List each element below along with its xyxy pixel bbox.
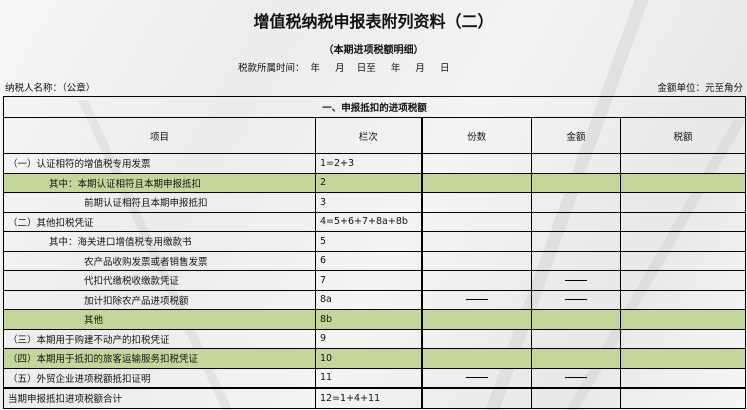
- header-item: 项目: [3, 117, 316, 154]
- row-tax-input[interactable]: [620, 211, 746, 232]
- row-tax-input[interactable]: [620, 328, 746, 349]
- row-count-input[interactable]: [420, 250, 532, 271]
- dash-mark: [565, 377, 587, 379]
- row-count-input[interactable]: [420, 270, 532, 291]
- row-tax-input[interactable]: [620, 153, 746, 174]
- table-row: （五）外贸企业进项税额抵扣证明 11: [3, 367, 746, 389]
- header-amount: 金额: [531, 117, 621, 154]
- form-subtitle: （本期进项税额明细）: [323, 45, 424, 56]
- row-amount-na: [531, 270, 621, 291]
- row-line: 9: [315, 328, 422, 349]
- row-count-input[interactable]: [420, 328, 532, 349]
- row-line: 4=5+6+7+8a+8b: [315, 211, 422, 232]
- table-row: （二）其他扣税凭证 4=5+6+7+8a+8b: [3, 211, 746, 232]
- row-count-input[interactable]: [420, 231, 532, 252]
- row-amount-input[interactable]: [531, 172, 621, 193]
- row-amount-input[interactable]: [531, 328, 621, 349]
- table-row: （三）本期用于购建不动产的扣税凭证 9: [3, 328, 746, 349]
- table-row: （一）认证相符的增值税专用发票 1=2+3: [3, 153, 746, 174]
- row-line: 6: [315, 250, 422, 271]
- header-tax: 税额: [620, 117, 746, 154]
- dash-mark: [465, 377, 488, 379]
- row-amount-input[interactable]: [531, 153, 621, 174]
- row-amount-input[interactable]: [531, 231, 621, 252]
- row-tax-input[interactable]: [620, 367, 746, 389]
- row-tax-input[interactable]: [620, 270, 746, 291]
- header-count: 份数: [420, 117, 532, 154]
- row-tax-input[interactable]: [620, 250, 746, 271]
- row-item: （四）本期用于抵扣的旅客运输服务扣税凭证: [3, 348, 316, 369]
- row-item: 其他: [3, 309, 316, 330]
- row-count-input[interactable]: [420, 153, 532, 174]
- row-tax-input[interactable]: [620, 231, 746, 252]
- row-item: 当期申报抵扣进项税额合计: [3, 387, 316, 409]
- table-row: （四）本期用于抵扣的旅客运输服务扣税凭证 10: [3, 348, 746, 369]
- section-header-row: 一、申报抵扣的进项税额: [3, 96, 746, 118]
- form-title: 增值税纳税申报表附列资料（二）: [253, 12, 494, 31]
- table-row: 农产品收购发票或者销售发票 6: [3, 250, 746, 271]
- row-line: 1=2+3: [315, 153, 422, 174]
- row-line: 10: [315, 348, 422, 369]
- row-item: 农产品收购发票或者销售发票: [3, 250, 316, 271]
- input-tax-table: 一、申报抵扣的进项税额 项目 栏次 份数 金额 税额 （一）认证相符的增值税专用…: [3, 96, 746, 409]
- table-row: 其他 8b: [3, 309, 746, 330]
- row-item: 加计扣除农产品进项税额: [3, 289, 316, 310]
- taxpayer-name-label: 纳税人名称：（公章）: [5, 83, 96, 94]
- row-count-input[interactable]: [420, 348, 532, 369]
- row-amount-na: [531, 367, 621, 389]
- table-row: 其中：海关进口增值税专用缴款书 5: [3, 231, 746, 252]
- dash-mark: [465, 299, 488, 301]
- row-tax-input[interactable]: [620, 289, 746, 310]
- column-header-row: 项目 栏次 份数 金额 税额: [3, 117, 746, 154]
- row-tax-input[interactable]: [620, 309, 746, 330]
- row-count-input[interactable]: [420, 387, 532, 409]
- row-amount-input[interactable]: [531, 348, 621, 369]
- row-tax-input[interactable]: [620, 387, 746, 409]
- row-tax-input[interactable]: [620, 172, 746, 193]
- row-count-input[interactable]: [420, 192, 532, 213]
- row-line: 12=1+4+11: [315, 387, 422, 409]
- table-row: 加计扣除农产品进项税额 8a: [3, 289, 746, 310]
- row-amount-input[interactable]: [531, 250, 621, 271]
- row-item: 其中：海关进口增值税专用缴款书: [3, 231, 316, 252]
- row-count-input[interactable]: [420, 309, 532, 330]
- header-line: 栏次: [315, 117, 422, 154]
- row-line: 8a: [315, 289, 422, 310]
- row-count-input[interactable]: [420, 172, 532, 193]
- row-amount-input[interactable]: [531, 192, 621, 213]
- amount-unit-label: 金额单位：元至角分: [657, 83, 743, 94]
- row-tax-input[interactable]: [620, 348, 746, 369]
- row-item: 其中：本期认证相符且本期申报抵扣: [3, 172, 316, 193]
- section-title: 一、申报抵扣的进项税额: [3, 96, 746, 118]
- row-item: 代扣代缴税收缴款凭证: [3, 270, 316, 291]
- row-line: 5: [315, 231, 422, 252]
- row-line: 8b: [315, 309, 422, 330]
- row-tax-input[interactable]: [620, 192, 746, 213]
- row-item: （一）认证相符的增值税专用发票: [3, 153, 316, 174]
- row-line: 2: [315, 172, 422, 193]
- row-line: 11: [315, 367, 422, 389]
- row-amount-na: [531, 289, 621, 310]
- row-item: 前期认证相符且本期申报抵扣: [3, 192, 316, 213]
- table-row: 代扣代缴税收缴款凭证 7: [3, 270, 746, 291]
- row-count-na: [420, 289, 532, 310]
- row-item: （三）本期用于购建不动产的扣税凭证: [3, 328, 316, 349]
- row-count-input[interactable]: [420, 211, 532, 232]
- table-row: 前期认证相符且本期申报抵扣 3: [3, 192, 746, 213]
- row-line: 3: [315, 192, 422, 213]
- dash-mark: [565, 299, 587, 301]
- table-row: 其中：本期认证相符且本期申报抵扣 2: [3, 172, 746, 193]
- row-amount-input[interactable]: [531, 309, 621, 330]
- dash-mark: [565, 279, 587, 281]
- row-item: （二）其他扣税凭证: [3, 211, 316, 232]
- row-item: （五）外贸企业进项税额抵扣证明: [3, 367, 316, 389]
- row-amount-input[interactable]: [531, 211, 621, 232]
- tax-period: 税款所属时间： 年 月 日至 年 月 日: [238, 63, 450, 74]
- row-amount-input[interactable]: [531, 387, 621, 409]
- table-row: 当期申报抵扣进项税额合计 12=1+4+11: [3, 387, 746, 409]
- row-count-na: [420, 367, 532, 389]
- row-line: 7: [315, 270, 422, 291]
